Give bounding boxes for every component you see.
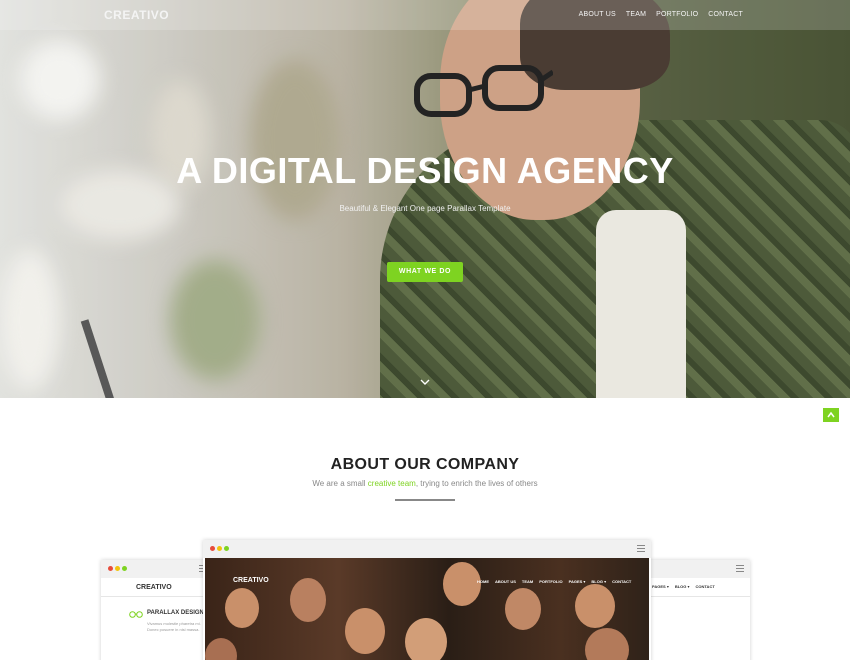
window-dot-yellow <box>115 566 120 571</box>
mockup-nav-item: CONTACT <box>695 584 715 589</box>
face <box>290 578 326 622</box>
window-dot-green <box>224 546 229 551</box>
mockup-nav-item: HOME <box>477 579 489 584</box>
mockup-nav: PAGES ▾ BLOG ▾ CONTACT <box>652 584 715 589</box>
mockup-left-screen: CREATIVO PARALLAX DESIGN Vivamus molesti… <box>101 560 213 660</box>
glasses-icon <box>129 611 143 618</box>
section-divider <box>395 499 455 501</box>
window-dot-green <box>122 566 127 571</box>
nav-item-about-us[interactable]: ABOUT US <box>579 11 616 18</box>
hero-subtitle: Beautiful & Elegant One page Parallax Te… <box>339 204 511 213</box>
what-we-do-button[interactable]: WHAT WE DO <box>387 262 463 282</box>
nav-menu: ABOUT US TEAM PORTFOLIO CONTACT <box>579 11 743 18</box>
menu-icon <box>637 545 645 552</box>
face <box>205 638 237 660</box>
mockup-nav-item: BLOG ▾ <box>591 579 607 584</box>
team-photo <box>205 558 649 660</box>
back-to-top-button[interactable] <box>823 408 839 422</box>
mockup-nav-item: CONTACT <box>612 579 632 584</box>
menu-icon <box>736 565 744 572</box>
face <box>225 588 259 628</box>
face <box>585 628 629 660</box>
window-dot-yellow <box>217 546 222 551</box>
hero-overlay <box>0 0 850 398</box>
about-subtitle-accent: creative team <box>367 479 416 488</box>
hero-section: A DIGITAL DESIGN AGENCY Beautiful & Eleg… <box>0 0 850 398</box>
face <box>345 608 385 654</box>
mockup-text: Vivamus molestie pharetra mi. Donec posu… <box>147 621 201 632</box>
mockup-nav-item: PAGES ▾ <box>652 584 669 589</box>
divider <box>640 596 750 597</box>
mockup-brand: CREATIVO <box>136 584 172 591</box>
divider <box>101 596 213 597</box>
browser-bar <box>640 560 750 578</box>
about-subtitle-end: , trying to enrich the lives of others <box>415 479 538 488</box>
mockup-nav-item: BLOG ▾ <box>674 584 690 589</box>
about-subtitle: We are a small creative team, trying to … <box>0 479 850 488</box>
chevron-up-icon <box>827 411 835 418</box>
hero-title: A DIGITAL DESIGN AGENCY <box>176 150 674 191</box>
nav-item-contact[interactable]: CONTACT <box>708 11 743 18</box>
mockup-nav-item: ABOUT US <box>495 579 516 584</box>
browser-bar <box>101 560 213 578</box>
about-title: ABOUT OUR COMPANY <box>330 456 520 473</box>
face <box>443 562 481 606</box>
browser-bar <box>203 540 651 558</box>
nav-item-portfolio[interactable]: PORTFOLIO <box>656 11 698 18</box>
mockup-nav: HOME ABOUT US TEAM PORTFOLIO PAGES ▾ BLO… <box>477 579 631 584</box>
nav-item-team[interactable]: TEAM <box>626 11 646 18</box>
mockup-center-screen: CREATIVO HOME ABOUT US TEAM PORTFOLIO PA… <box>203 540 651 660</box>
face <box>505 588 541 630</box>
about-subtitle-start: We are a small <box>312 479 368 488</box>
chevron-down-icon[interactable] <box>418 376 432 388</box>
mockup-right-screen: PAGES ▾ BLOG ▾ CONTACT <box>640 560 750 660</box>
face <box>405 618 447 660</box>
mockup-heading: PARALLAX DESIGN <box>147 610 204 616</box>
mockup-brand: CREATIVO <box>233 577 269 584</box>
window-dot-red <box>108 566 113 571</box>
window-dot-red <box>210 546 215 551</box>
top-navbar: CREATIVO ABOUT US TEAM PORTFOLIO CONTACT <box>0 0 850 30</box>
mockup-nav-item: PORTFOLIO <box>539 579 563 584</box>
face <box>575 584 615 628</box>
brand-logo[interactable]: CREATIVO <box>104 8 169 22</box>
mockup-nav-item: TEAM <box>521 579 534 584</box>
mockup-nav-item: PAGES ▾ <box>568 579 586 584</box>
